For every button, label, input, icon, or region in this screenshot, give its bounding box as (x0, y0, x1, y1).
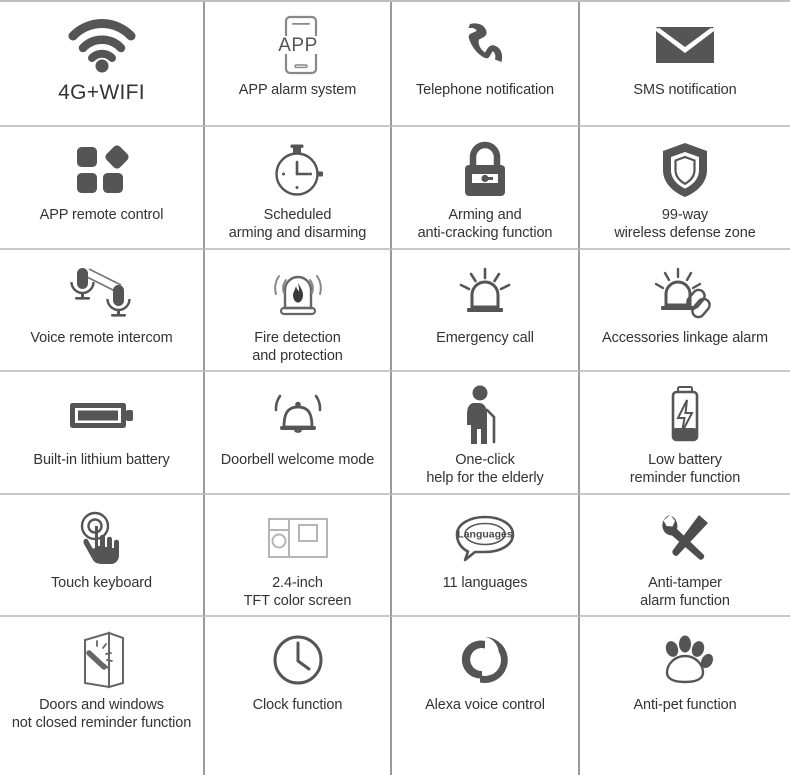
feature-label: Doors and windows not closed reminder fu… (11, 697, 192, 731)
wifi-icon (0, 12, 203, 78)
feature-cell-anti-tamper-alarm[interactable]: Anti-tamper alarm function (580, 495, 790, 617)
feature-label: Touch keyboard (51, 575, 152, 591)
feature-label: Fire detection and protection (252, 330, 343, 364)
wrench-screwdriver-icon (580, 505, 790, 571)
feature-label: Anti-pet function (633, 697, 737, 713)
app-icon-text: APP (278, 35, 318, 56)
feature-grid: 4G+WIFI APP APP alarm system Telephone n… (0, 0, 790, 775)
feature-cell-sms-notification[interactable]: SMS notification (580, 2, 790, 127)
feature-cell-low-battery-reminder[interactable]: Low battery reminder function (580, 372, 790, 495)
feature-label: Low battery reminder function (629, 452, 741, 486)
paw-print-icon (580, 627, 790, 693)
feature-cell-one-click-elderly-help[interactable]: One-click help for the elderly (392, 372, 580, 495)
feature-label: 4G+WIFI (58, 81, 145, 104)
feature-label: Anti-tamper alarm function (640, 575, 730, 609)
feature-cell-tft-color-screen[interactable]: 2.4-inch TFT color screen (205, 495, 392, 617)
feature-cell-telephone-notification[interactable]: Telephone notification (392, 2, 580, 127)
feature-label: 99-way wireless defense zone (614, 207, 756, 241)
smartphone-app-icon: APP (205, 12, 390, 78)
fire-detector-icon (205, 260, 390, 326)
open-door-window-icon (0, 627, 203, 693)
feature-label: APP remote control (39, 207, 164, 223)
siren-linkage-icon (580, 260, 790, 326)
app-grid-icon (0, 137, 203, 203)
clock-icon (205, 627, 390, 693)
feature-cell-fire-detection[interactable]: Fire detection and protection (205, 250, 392, 372)
feature-cell-arming-anti-cracking[interactable]: Arming and anti-cracking function (392, 127, 580, 250)
feature-label: Doorbell welcome mode (220, 452, 375, 468)
touch-hand-icon (0, 505, 203, 571)
feature-label: Built-in lithium battery (33, 452, 170, 468)
feature-cell-11-languages[interactable]: Languages 11 languages (392, 495, 580, 617)
feature-label: One-click help for the elderly (426, 452, 544, 486)
feature-cell-doorbell-welcome-mode[interactable]: Doorbell welcome mode (205, 372, 392, 495)
feature-label: Accessories linkage alarm (602, 330, 768, 346)
shield-icon (580, 137, 790, 203)
feature-cell-anti-pet-function[interactable]: Anti-pet function (580, 617, 790, 775)
padlock-icon (392, 137, 578, 203)
feature-cell-app-remote-control[interactable]: APP remote control (0, 127, 205, 250)
feature-cell-emergency-call[interactable]: Emergency call (392, 250, 580, 372)
feature-label: Emergency call (436, 330, 534, 346)
feature-cell-app-alarm-system[interactable]: APP APP alarm system (205, 2, 392, 127)
feature-cell-doors-windows-reminder[interactable]: Doors and windows not closed reminder fu… (0, 617, 205, 775)
elderly-person-icon (392, 382, 578, 448)
feature-cell-clock-function[interactable]: Clock function (205, 617, 392, 775)
feature-cell-accessories-linkage-alarm[interactable]: Accessories linkage alarm (580, 250, 790, 372)
alexa-ring-icon (392, 627, 578, 693)
speech-bubble-icon: Languages (392, 505, 578, 571)
doorbell-ringing-icon (205, 382, 390, 448)
feature-cell-alexa-voice-control[interactable]: Alexa voice control (392, 617, 580, 775)
feature-cell-scheduled-arming[interactable]: Scheduled arming and disarming (205, 127, 392, 250)
feature-label: APP alarm system (238, 82, 357, 98)
battery-full-icon (0, 382, 203, 448)
languages-icon-text: Languages (457, 529, 513, 541)
feature-label: Arming and anti-cracking function (417, 207, 553, 241)
tft-screen-icon (205, 505, 390, 571)
envelope-icon (580, 12, 790, 78)
feature-cell-voice-remote-intercom[interactable]: Voice remote intercom (0, 250, 205, 372)
feature-cell-builtin-lithium-battery[interactable]: Built-in lithium battery (0, 372, 205, 495)
telephone-handset-icon (392, 12, 578, 78)
feature-label: SMS notification (633, 82, 737, 98)
feature-label: Scheduled arming and disarming (228, 207, 367, 241)
feature-label: Alexa voice control (425, 697, 545, 713)
feature-label: 11 languages (442, 575, 528, 591)
feature-label: 2.4-inch TFT color screen (243, 575, 352, 609)
two-microphones-icon (0, 260, 203, 326)
feature-cell-99-way-defense-zone[interactable]: 99-way wireless defense zone (580, 127, 790, 250)
feature-cell-4g-wifi[interactable]: 4G+WIFI (0, 2, 205, 127)
feature-label: Voice remote intercom (30, 330, 173, 346)
stopwatch-icon (205, 137, 390, 203)
feature-label: Clock function (252, 697, 343, 713)
feature-cell-touch-keyboard[interactable]: Touch keyboard (0, 495, 205, 617)
siren-light-icon (392, 260, 578, 326)
feature-label: Telephone notification (415, 82, 555, 98)
battery-low-bolt-icon (580, 382, 790, 448)
